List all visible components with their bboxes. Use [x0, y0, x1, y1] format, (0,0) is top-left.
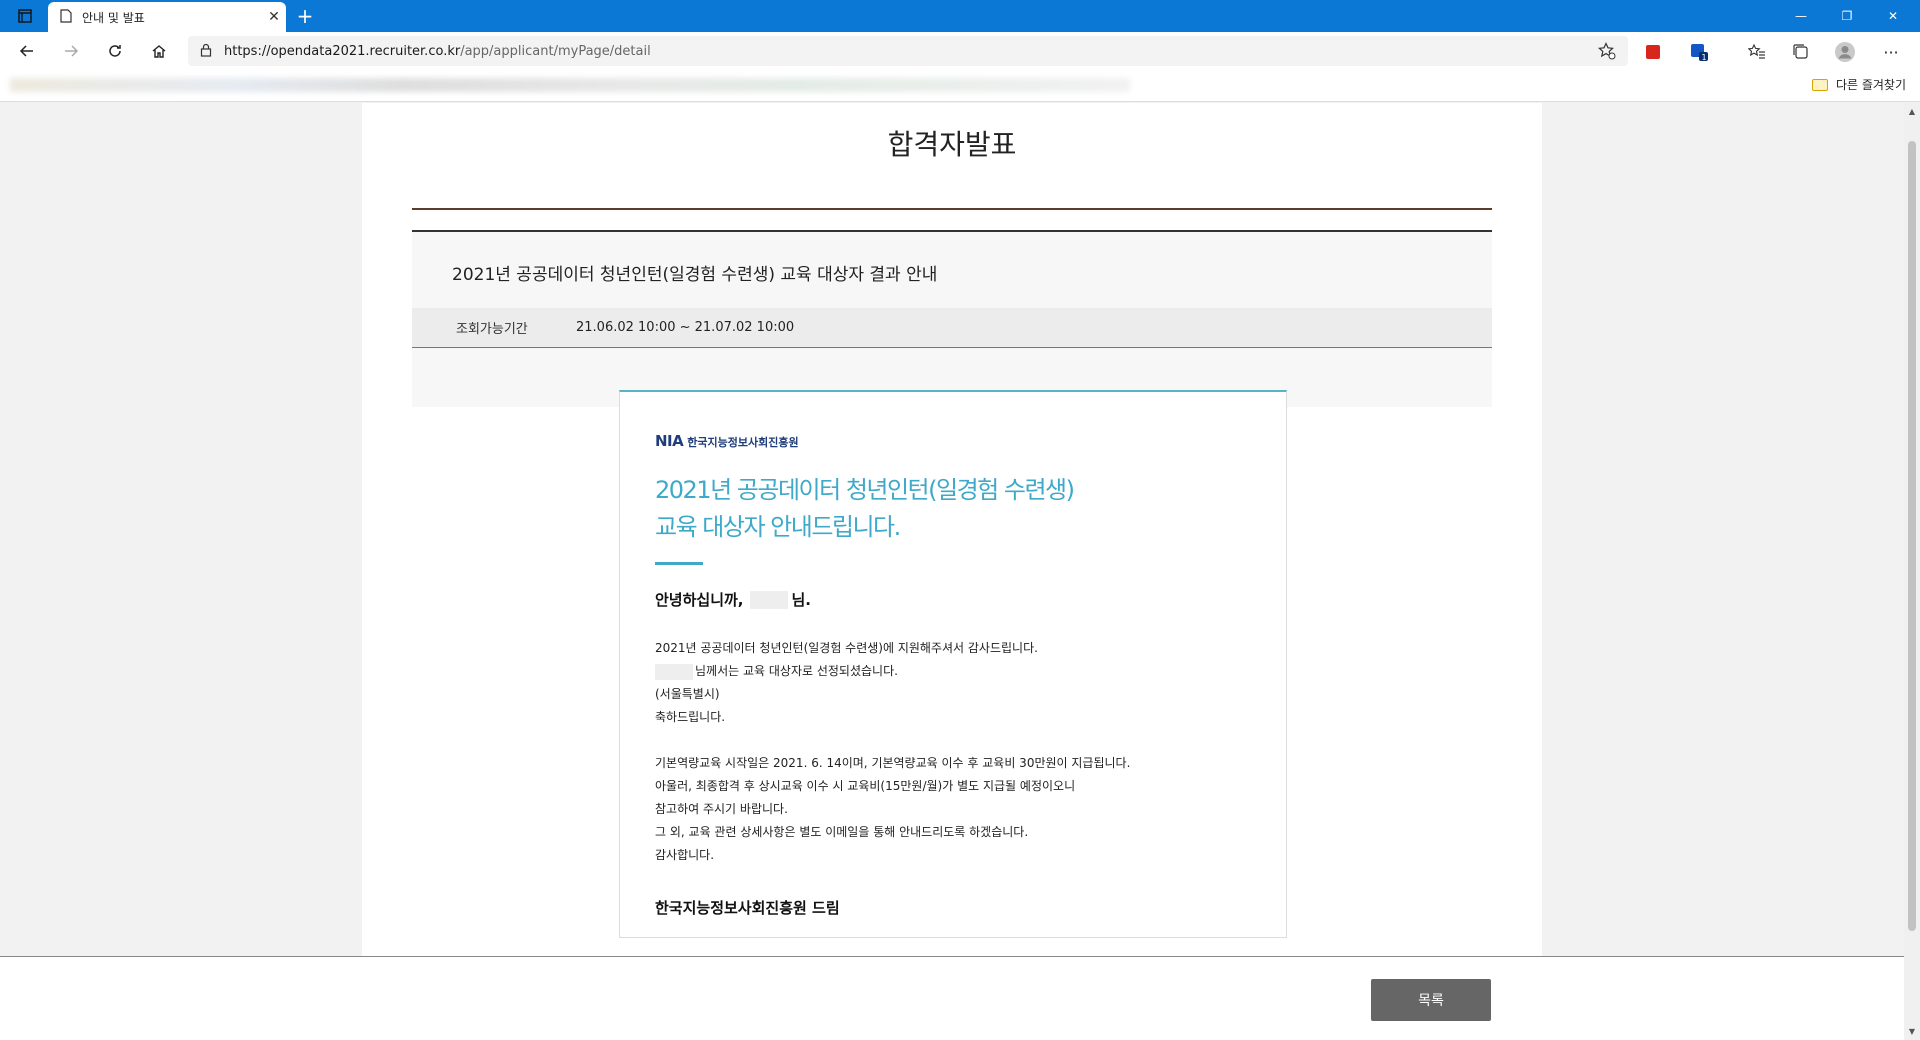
home-icon[interactable] [144, 37, 174, 65]
scroll-up-icon[interactable]: ▲ [1907, 107, 1917, 116]
page-title: 합격자발표 [887, 128, 1017, 161]
announcement-message: NIA 한국지능정보사회진흥원 2021년 공공데이터 청년인턴(일경험 수련생… [619, 390, 1287, 938]
lock-icon [200, 42, 212, 61]
main-content: 합격자발표 2021년 공공데이터 청년인턴(일경험 수련생) 교육 대상자 결… [362, 103, 1542, 956]
address-bar[interactable]: https://opendata2021.recruiter.co.kr/app… [188, 36, 1628, 66]
favorites-icon[interactable] [1746, 41, 1768, 63]
browser-tab[interactable]: 안내 및 발표 ✕ [48, 2, 286, 32]
collections-icon[interactable] [1790, 41, 1812, 63]
svg-text:1: 1 [1702, 53, 1707, 62]
logo-mark: NIA [655, 432, 684, 450]
message-body: 2021년 공공데이터 청년인턴(일경험 수련생)에 지원해주셔서 감사드립니다… [655, 637, 1130, 867]
accent-bar [655, 562, 703, 565]
headline-line-1: 2021년 공공데이터 청년인턴(일경험 수련생) [655, 476, 1075, 504]
list-button[interactable]: 목록 [1371, 979, 1491, 1021]
new-tab-icon[interactable]: + [292, 3, 318, 29]
folder-icon [1811, 78, 1828, 91]
view-period-row: 조회가능기간 21.06.02 10:00 ~ 21.07.02 10:00 [412, 308, 1492, 348]
page-viewport: 합격자발표 2021년 공공데이터 청년인턴(일경험 수련생) 교육 대상자 결… [0, 103, 1904, 1040]
body-line: 축하드립니다. [655, 710, 726, 724]
signature: 한국지능정보사회진흥원 드림 [655, 899, 840, 917]
scrollbar-thumb[interactable] [1908, 141, 1916, 931]
body-line: 기본역량교육 시작일은 2021. 6. 14이며, 기본역량교육 이수 후 교… [655, 756, 1131, 770]
back-icon[interactable] [12, 37, 42, 65]
favorites-bar: 다른 즐겨찾기 [0, 70, 1920, 102]
extension-red-icon[interactable] [1642, 41, 1664, 63]
headline-line-2: 교육 대상자 안내드립니다. [655, 513, 901, 541]
page-icon [60, 8, 72, 27]
body-line: 참고하여 주시기 바랍니다. [655, 802, 788, 816]
period-value: 21.06.02 10:00 ~ 21.07.02 10:00 [576, 320, 795, 335]
forward-icon[interactable] [56, 37, 86, 65]
period-label: 조회가능기간 [456, 322, 528, 337]
footer-bar: 목록 [0, 956, 1904, 1040]
body-line: 그 외, 교육 관련 상세사항은 별도 이메일을 통해 안내드리도록 하겠습니다… [655, 825, 1029, 839]
divider [412, 208, 1492, 210]
blurred-favorites [10, 78, 1130, 92]
body-line-text: 님께서는 교육 대상자로 선정되셨습니다. [695, 664, 898, 678]
notice-title: 2021년 공공데이터 청년인턴(일경험 수련생) 교육 대상자 결과 안내 [452, 265, 938, 285]
nia-logo: NIA 한국지능정보사회진흥원 [655, 432, 799, 450]
tab-bar: 안내 및 발표 ✕ + — ❐ ✕ [0, 0, 1920, 32]
greeting-prefix: 안녕하십니까, [655, 591, 744, 609]
scroll-down-icon[interactable]: ▼ [1907, 1027, 1917, 1036]
greeting-suffix: 님. [791, 591, 812, 609]
close-window-icon[interactable]: ✕ [1870, 0, 1916, 32]
tab-actions-icon[interactable] [10, 5, 40, 27]
body-line: (서울특별시) [655, 687, 720, 701]
body-line: 님께서는 교육 대상자로 선정되셨습니다. [655, 660, 1130, 683]
other-favorites-button[interactable]: 다른 즐겨찾기 [1811, 76, 1906, 93]
body-line: 아울러, 최종합격 후 상시교육 이수 시 교육비(15만원/월)가 별도 지급… [655, 779, 1076, 793]
redacted-name [749, 590, 788, 609]
notice-header: 2021년 공공데이터 청년인턴(일경험 수련생) 교육 대상자 결과 안내 조… [412, 232, 1492, 407]
profile-avatar-icon[interactable] [1834, 41, 1856, 63]
other-favorites-label: 다른 즐겨찾기 [1835, 78, 1906, 92]
body-line: 감사합니다. [655, 848, 715, 862]
browser-toolbar: https://opendata2021.recruiter.co.kr/app… [0, 32, 1920, 70]
redacted-name [655, 663, 693, 680]
vertical-scrollbar[interactable]: ▲ ▼ [1904, 103, 1920, 1040]
refresh-icon[interactable] [100, 37, 130, 65]
url-path: /app/applicant/myPage/detail [460, 43, 651, 59]
url-text: https://opendata2021.recruiter.co.kr/app… [224, 44, 651, 59]
tab-title: 안내 및 발표 [82, 10, 145, 25]
url-host: https://opendata2021.recruiter.co.kr [224, 43, 461, 59]
add-favorite-icon[interactable] [1598, 42, 1616, 64]
minimize-icon[interactable]: — [1778, 0, 1824, 32]
body-line: 2021년 공공데이터 청년인턴(일경험 수련생)에 지원해주셔서 감사드립니다… [655, 641, 1038, 655]
restore-icon[interactable]: ❐ [1824, 0, 1870, 32]
extension-shield-icon[interactable]: 1 [1688, 41, 1710, 63]
logo-org-name: 한국지능정보사회진흥원 [687, 436, 799, 449]
more-menu-icon[interactable]: ··· [1880, 41, 1902, 63]
greeting: 안녕하십니까, 님. [655, 589, 811, 610]
close-tab-icon[interactable]: ✕ [262, 9, 286, 25]
message-headline: 2021년 공공데이터 청년인턴(일경험 수련생) 교육 대상자 안내드립니다. [655, 472, 1075, 546]
